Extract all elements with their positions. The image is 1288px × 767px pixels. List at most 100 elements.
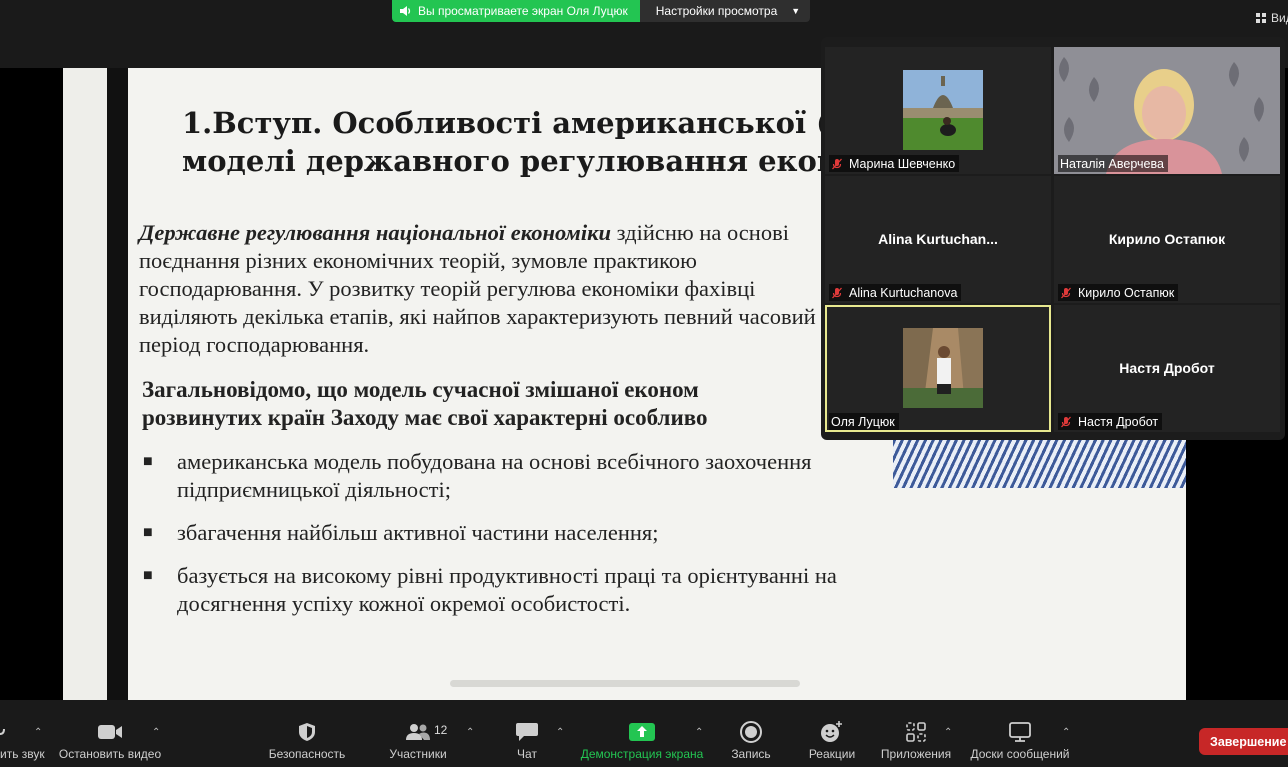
participant-name: Настя Дробот — [1078, 414, 1159, 429]
smiley-plus-icon — [820, 721, 844, 743]
bullet-text: збагачення найбільш активної частини нас… — [177, 520, 659, 545]
reactions-button[interactable]: Реакции — [806, 700, 858, 767]
slide-bullet-list: ■ американська модель побудована на осно… — [143, 448, 843, 633]
participants-icon — [405, 721, 431, 743]
participant-tile[interactable]: Кирило Остапюк Кирило Остапюк — [1054, 176, 1280, 303]
slide-decorative-image — [893, 440, 1186, 488]
share-screen-icon — [629, 721, 655, 743]
participant-name: Марина Шевченко — [849, 156, 956, 171]
apps-icon — [905, 721, 927, 743]
zoom-window: Вы просматриваете экран Оля Луцюк Настро… — [0, 0, 1288, 767]
participant-video — [903, 70, 983, 150]
end-meeting-label: Завершение — [1210, 734, 1287, 749]
participant-tile[interactable]: Наталія Аверчева — [1054, 47, 1280, 174]
share-options-caret[interactable]: ⌃ — [695, 727, 703, 738]
stop-video-label: Остановить видео — [58, 747, 162, 761]
whiteboards-label: Доски сообщений — [970, 747, 1070, 761]
participant-label: Оля Луцюк — [829, 413, 899, 430]
stop-video-button[interactable]: Остановить видео — [58, 700, 162, 767]
top-bar: Вы просматриваете экран Оля Луцюк Настро… — [0, 0, 1288, 40]
share-notice-text: Вы просматриваете экран Оля Луцюк — [418, 4, 628, 18]
participant-label: Alina Kurtuchanova — [829, 284, 962, 301]
participant-display-name: Настя Дробот — [1119, 360, 1215, 376]
participant-video — [903, 328, 983, 408]
audio-button-label: ить звук — [0, 747, 45, 761]
participant-label: Настя Дробот — [1058, 413, 1163, 430]
slide-scrollbar[interactable] — [450, 680, 800, 687]
muted-mic-icon — [1061, 416, 1071, 427]
paragraph-2-line2: розвинутих країн Заходу має свої характе… — [142, 405, 708, 430]
view-button[interactable]: Вид — [1256, 11, 1288, 25]
bullet-text: базується на високому рівні продуктивнос… — [177, 563, 837, 616]
whiteboards-button[interactable]: Доски сообщений — [966, 700, 1074, 767]
reactions-label: Реакции — [808, 747, 856, 761]
video-camera-icon — [97, 721, 123, 743]
apps-button[interactable]: Приложения — [878, 700, 954, 767]
slide-paragraph-1: Державне регулювання національної економ… — [139, 219, 839, 359]
muted-mic-icon — [1061, 287, 1071, 298]
slide-title-line2: моделі державного регулювання еконо — [182, 144, 858, 178]
paragraph-2-line1: Загальновідомо, що модель сучасної зміша… — [142, 377, 699, 402]
grid-icon — [1256, 13, 1266, 23]
participant-name: Оля Луцюк — [831, 414, 895, 429]
participant-label: Кирило Остапюк — [1058, 284, 1179, 301]
security-button[interactable]: Безопасность — [266, 700, 348, 767]
screen-share-notice: Вы просматриваете экран Оля Луцюк Настро… — [392, 0, 811, 22]
audio-options-caret[interactable]: ⌃ — [34, 727, 42, 738]
record-icon — [740, 721, 762, 743]
chat-icon — [515, 721, 539, 743]
bullet-item: ■ збагачення найбільш активної частини н… — [143, 519, 843, 547]
participant-display-name: Кирило Остапюк — [1108, 231, 1226, 247]
participant-tile[interactable]: Марина Шевченко — [825, 47, 1051, 174]
participant-name: Наталія Аверчева — [1060, 156, 1164, 171]
record-button[interactable]: Запись — [729, 700, 773, 767]
speaker-icon — [400, 6, 411, 16]
bullet-text: американська модель побудована на основі… — [177, 449, 812, 502]
bullet-item: ■ американська модель побудована на осно… — [143, 448, 843, 504]
meeting-toolbar: ить звук ⌃ Остановить видео ⌃ Безопаснос… — [0, 700, 1288, 767]
participant-label: Наталія Аверчева — [1058, 155, 1168, 172]
paragraph-lead: Державне регулювання національної економ… — [139, 220, 612, 245]
whiteboards-options-caret[interactable]: ⌃ — [1062, 727, 1070, 738]
share-screen-label: Демонстрация экрана — [580, 747, 704, 761]
slide-title: 1.Вступ. Особливості американської ( мод… — [182, 104, 857, 180]
slide-paragraph-2: Загальновідомо, що модель сучасної зміша… — [142, 376, 707, 432]
microphone-icon — [0, 721, 10, 743]
participants-label: Участники — [389, 747, 447, 761]
end-meeting-button[interactable]: Завершение — [1199, 728, 1288, 755]
participant-tile[interactable]: Настя Дробот Настя Дробот — [1054, 305, 1280, 432]
bullet-mark: ■ — [143, 567, 153, 584]
view-button-label: Вид — [1271, 11, 1288, 25]
apps-options-caret[interactable]: ⌃ — [944, 727, 952, 738]
chat-button[interactable]: Чат — [512, 700, 542, 767]
participants-options-caret[interactable]: ⌃ — [466, 727, 474, 738]
view-settings-label: Настройки просмотра — [655, 4, 778, 18]
video-options-caret[interactable]: ⌃ — [152, 727, 160, 738]
participant-label: Марина Шевченко — [829, 155, 960, 172]
slide-margin — [63, 68, 107, 700]
bullet-item: ■ базується на високому рівні продуктивн… — [143, 562, 843, 618]
slide-title-line1: 1.Вступ. Особливості американської ( — [182, 106, 830, 140]
slide-divider — [107, 68, 128, 700]
participant-name: Alina Kurtuchanova — [849, 285, 958, 300]
shield-icon — [298, 721, 316, 743]
whiteboard-icon — [1009, 721, 1031, 743]
participant-name: Кирило Остапюк — [1078, 285, 1175, 300]
video-gallery: Марина Шевченко Наталія Аверчева Alina K… — [821, 37, 1285, 440]
chat-label: Чат — [517, 747, 537, 761]
share-screen-button[interactable]: Демонстрация экрана — [579, 700, 705, 767]
participant-tile[interactable]: Alina Kurtuchan... Alina Kurtuchanova — [825, 176, 1051, 303]
security-label: Безопасность — [268, 747, 346, 761]
participant-display-name: Alina Kurtuchan... — [878, 231, 998, 247]
chevron-down-icon: ▼ — [791, 6, 801, 16]
participants-count: 12 — [434, 723, 448, 737]
record-label: Запись — [731, 747, 771, 761]
view-settings-button[interactable]: Настройки просмотра ▼ — [639, 0, 811, 22]
chat-options-caret[interactable]: ⌃ — [556, 727, 564, 738]
muted-mic-icon — [832, 287, 842, 298]
bullet-mark: ■ — [143, 453, 153, 470]
participant-tile-active[interactable]: Оля Луцюк — [825, 305, 1051, 432]
muted-mic-icon — [832, 158, 842, 169]
bullet-mark: ■ — [143, 524, 153, 541]
share-status: Вы просматриваете экран Оля Луцюк — [392, 0, 640, 22]
